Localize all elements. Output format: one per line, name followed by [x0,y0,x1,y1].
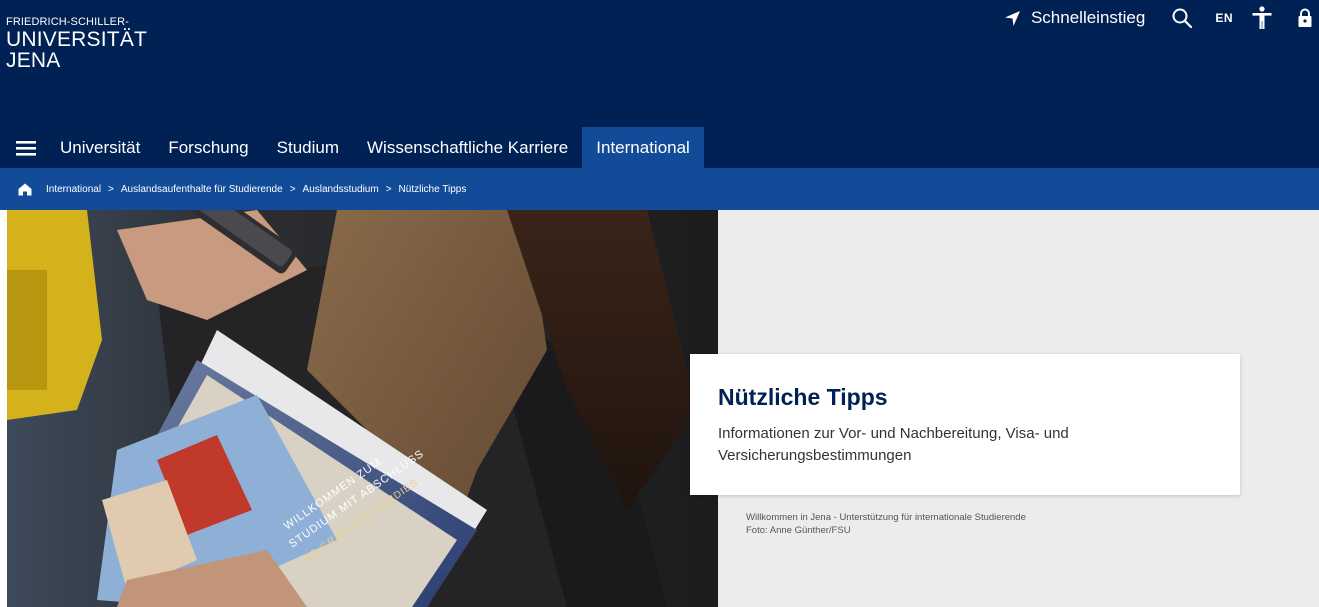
top-toolbar: Schnelleinstieg EN [1004,6,1313,30]
page-subtitle: Informationen zur Vor- und Nachbereitung… [718,425,1069,464]
login-button[interactable] [1297,8,1313,28]
breadcrumb-item[interactable]: Auslandsstudium [303,184,379,195]
page-intro-card: Nützliche Tipps Informationen zur Vor- u… [690,354,1240,495]
accessibility-icon [1252,6,1272,29]
breadcrumb: International > Auslandsaufenthalte für … [0,168,1319,210]
location-arrow-icon [1004,10,1020,26]
caption-text: Willkommen in Jena - Unterstützung für i… [746,512,1026,523]
logo-line-2: UNIVERSITÄT [6,28,148,51]
nav-item-universitaet[interactable]: Universität [46,127,154,168]
quicklink-label: Schnelleinstieg [1030,8,1146,27]
image-caption: Willkommen in Jena - Unterstützung für i… [746,511,1026,537]
breadcrumb-separator: > [289,183,296,195]
nav-item-international[interactable]: International [582,127,704,168]
nav-item-forschung[interactable]: Forschung [154,127,262,168]
logo-line-1: FRIEDRICH-SCHILLER- [6,16,129,28]
nav-item-studium[interactable]: Studium [263,127,353,168]
accessibility-button[interactable] [1251,6,1273,30]
menu-button[interactable] [0,127,46,168]
language-switch[interactable]: EN [1215,11,1233,25]
search-button[interactable] [1171,7,1193,29]
lock-icon [1298,8,1312,27]
caption-credit: Foto: Anne Günther/FSU [746,525,851,536]
breadcrumb-current: Nützliche Tipps [398,183,467,195]
breadcrumb-separator: > [108,183,114,195]
search-icon [1172,8,1193,29]
page-title: Nützliche Tipps [718,384,888,410]
breadcrumb-item[interactable]: International [46,184,101,195]
hero-photo: WILLKOMMEN ZUM STUDIUM MIT ABSCHLUSS TO … [7,210,718,607]
hamburger-menu-icon [16,140,36,156]
home-icon [18,183,32,195]
quicklink-button[interactable]: Schnelleinstieg [1004,8,1145,28]
nav-item-wissenschaftliche-karriere[interactable]: Wissenschaftliche Karriere [353,127,582,168]
university-logo[interactable]: FRIEDRICH-SCHILLER- UNIVERSITÄT JENA [6,16,148,72]
site-header: FRIEDRICH-SCHILLER- UNIVERSITÄT JENA Sch… [0,0,1319,168]
breadcrumb-item[interactable]: Auslandsaufenthalte für Studierende [121,184,283,195]
home-link[interactable] [18,183,32,196]
hero-photo-illustration: WILLKOMMEN ZUM STUDIUM MIT ABSCHLUSS TO … [7,210,718,607]
breadcrumb-separator: > [385,183,392,195]
main-navigation: Universität Forschung Studium Wissenscha… [0,127,704,168]
logo-line-3: JENA [6,49,61,72]
